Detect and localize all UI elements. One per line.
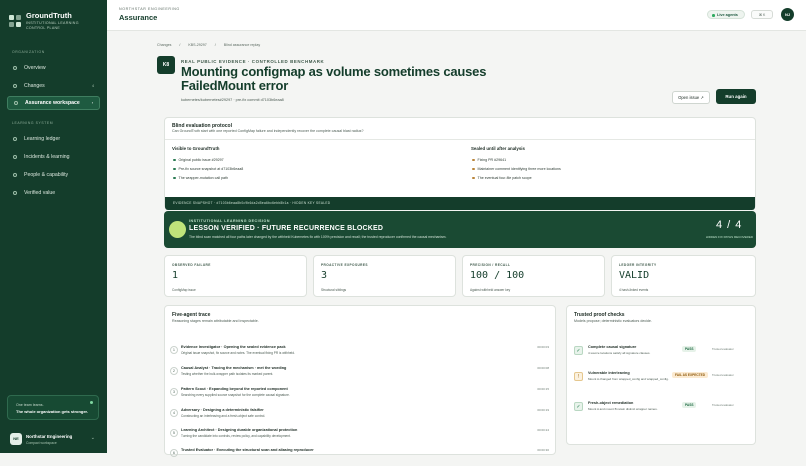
open-issue-button[interactable]: Open issue ↗ [672,91,710,104]
check-icon: ✓ [574,346,583,355]
proof-checks-card: Trusted proof checks Models propose; det… [566,305,756,445]
warning-icon: ! [574,372,583,381]
workspace-avatar: NE [10,433,22,445]
agent-trace-card: Five-agent trace Reasoning stages remain… [164,305,557,457]
chevron-right-icon: › [91,101,93,105]
brand-subtitle: INSTITUTIONAL LEARNING CONTROL PLANE [26,21,79,30]
promo-card: One team learns. The whole organization … [7,395,99,420]
stat-ledger: LEDGER INTEGRITY VALID 4 hash-linked event… [611,255,756,297]
org-name: NORTHSTAR ENGINEERING [119,7,180,11]
status-badge: FAIL AS EXPECTED [672,372,709,378]
paths-score: 4 / 4 [716,219,743,231]
run-again-button[interactable]: Run again [716,89,756,104]
verified-icon [169,221,186,238]
value-icon [13,191,17,195]
overview-icon [13,66,17,70]
sidebar: GroundTruth INSTITUTIONAL LEARNING CONTR… [0,0,107,453]
assurance-icon [14,101,18,105]
check-item[interactable]: ! Vulnerable interleaving Mount A changed … [574,370,750,392]
crumb-changes[interactable]: Changes [157,43,171,47]
trace-step[interactable]: 1 Evidence Investigator · Opening the sea… [165,343,557,363]
trace-step[interactable]: 3 Pattern Scout · Expanding beyond the re… [165,385,557,405]
topbar: NORTHSTAR ENGINEERING Assurance Live age… [107,0,806,31]
breadcrumb: Changes / KBS-29297/Blind assurance replay [157,43,261,47]
live-agents-badge[interactable]: Live agents [707,10,745,19]
section-organization: ORGANIZATION [12,50,45,54]
protocol-card: Blind evaluation protocol Can GroundTrut… [164,117,756,210]
status-dot-icon [90,401,93,404]
trace-step[interactable]: 4 Adversary · Designing a deterministic f… [165,406,557,426]
sidebar-item-incidents[interactable]: Incidents & learning [7,150,100,164]
k8s-badge: K8 [157,56,175,74]
incidents-icon [13,155,17,159]
check-item[interactable]: ✓ Fresh-object remediation Mount A and mou… [574,400,750,422]
sidebar-item-overview[interactable]: Overview [7,61,100,75]
check-icon: ✓ [574,402,583,411]
evidence-snapshot-bar: EVIDENCE SNAPSHOT · d7103b6eaa8b0c9b6da2… [165,197,755,210]
brand-logo-icon [9,15,22,27]
trace-step[interactable]: 6 Trusted Evaluator · Executing the struc… [165,446,557,466]
people-icon [13,173,17,177]
sidebar-item-changes[interactable]: Changes 4 [7,79,100,93]
ledger-icon [13,137,17,141]
status-badge: PASS [682,402,697,408]
issue-title: Mounting configmap as volume sometimes c… [181,64,487,93]
check-item[interactable]: ✓ Complete causal signature 4 source locat… [574,344,750,366]
decision-banner: INSTITUTIONAL LEARNING DECISION LESSON V… [164,211,756,248]
sidebar-item-assurance[interactable]: Assurance workspace › [7,96,100,110]
stat-observed: OBSERVED FAILURE 1 ConfigMap issue [164,255,307,297]
brand-title: GroundTruth [26,11,72,20]
changes-icon [13,84,17,88]
section-learning: LEARNING SYSTEM [12,121,54,125]
trace-step[interactable]: 2 Causal Analyst · Tracing the mechanism … [165,364,557,384]
sidebar-item-ledger[interactable]: Learning ledger [7,132,100,146]
command-palette-button[interactable]: ⌘ K [751,10,773,19]
main: Changes / KBS-29297/Blind assurance replay… [107,31,806,457]
crumb-issue[interactable]: KBS-29297 [188,43,206,47]
page-title: Assurance [119,13,158,22]
chevron-down-icon: ⌄ [90,435,95,441]
account-switcher[interactable]: NE Northstar Engineering Compact workspa… [7,431,99,449]
status-badge: PASS [682,346,697,352]
stat-precision: PRECISION / RECALL 100 / 100 Against withh… [462,255,605,297]
sidebar-item-value[interactable]: Verified value [7,186,100,200]
sidebar-item-people[interactable]: People & capability [7,168,100,182]
trace-step[interactable]: 5 Learning Architect · Designing durable … [165,426,557,446]
user-avatar[interactable]: NJ [781,8,794,21]
changes-count: 4 [92,84,94,88]
issue-ref: kubernetes/kubernetes#29297 · pre-fix co… [181,98,284,102]
crumb-current: Blind assurance replay [223,43,261,47]
stat-exposures: PROACTIVE EXPOSURES 3 Structural siblings [313,255,456,297]
